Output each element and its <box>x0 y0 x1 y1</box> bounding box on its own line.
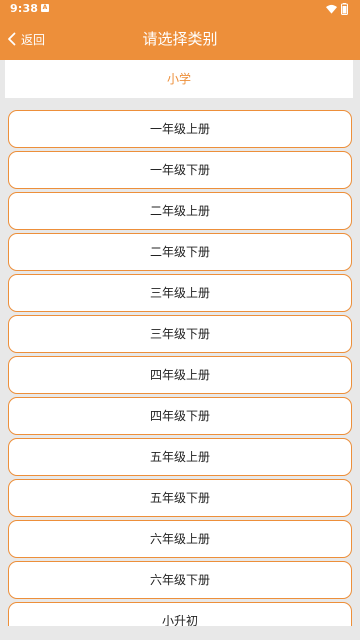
status-icons <box>326 3 350 15</box>
wifi-icon <box>326 4 337 14</box>
grade-4-first-semester-button[interactable]: 四年级上册 <box>8 356 352 394</box>
grade-6-second-semester-button[interactable]: 六年级下册 <box>8 561 352 599</box>
status-bar: 9:38 A <box>0 0 360 18</box>
grade-1-first-semester-button[interactable]: 一年级上册 <box>8 110 352 148</box>
option-list: 一年级上册 一年级下册 二年级上册 二年级下册 三年级上册 三年级下册 四年级上… <box>8 110 352 640</box>
grade-5-second-semester-button[interactable]: 五年级下册 <box>8 479 352 517</box>
navigation-bar: 返回 请选择类别 <box>0 18 360 60</box>
bottom-safe-area <box>0 626 360 640</box>
category-label: 小学 <box>166 72 191 86</box>
battery-icon <box>341 3 348 15</box>
grade-4-second-semester-button[interactable]: 四年级下册 <box>8 397 352 435</box>
chevron-left-icon <box>8 32 16 46</box>
top-app-bar: 9:38 A 返回 请选择类别 <box>0 0 360 60</box>
grade-5-first-semester-button[interactable]: 五年级上册 <box>8 438 352 476</box>
grade-2-first-semester-button[interactable]: 二年级上册 <box>8 192 352 230</box>
notification-icon: A <box>41 4 49 12</box>
back-label: 返回 <box>21 32 46 47</box>
status-time: 9:38 <box>10 2 39 15</box>
grade-3-first-semester-button[interactable]: 三年级上册 <box>8 274 352 312</box>
grade-2-second-semester-button[interactable]: 二年级下册 <box>8 233 352 271</box>
category-header: 小学 <box>5 60 353 98</box>
grade-1-second-semester-button[interactable]: 一年级下册 <box>8 151 352 189</box>
grade-6-first-semester-button[interactable]: 六年级上册 <box>8 520 352 558</box>
page-title: 请选择类别 <box>142 30 218 48</box>
grade-3-second-semester-button[interactable]: 三年级下册 <box>8 315 352 353</box>
back-button[interactable]: 返回 <box>6 27 45 51</box>
